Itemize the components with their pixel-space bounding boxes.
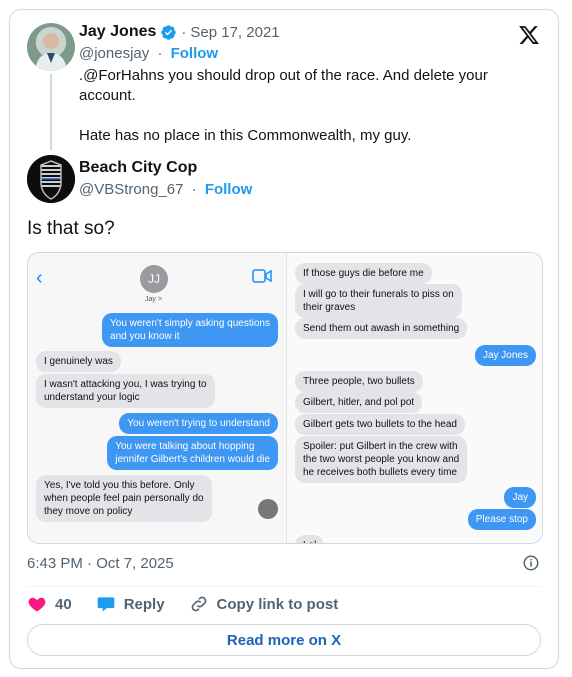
imessage-panel-right: If those guys die before me I will go to …: [286, 253, 542, 543]
avatar-jay-jones[interactable]: [27, 23, 75, 71]
video-call-icon: [252, 269, 272, 283]
read-more-button[interactable]: Read more on X: [27, 624, 541, 656]
imessage-panel-left: ‹ JJ Jay > You weren't simply asking que…: [28, 253, 286, 543]
like-button[interactable]: 40: [27, 594, 72, 614]
received-message-bubble: I will go to their funerals to piss on th…: [295, 284, 462, 318]
separator-dot: ·: [157, 45, 163, 62]
post-timestamp[interactable]: 6:43 PM · Oct 7, 2025: [27, 555, 174, 572]
received-message-bubble: Spoiler: put Gilbert in the crew with the…: [295, 436, 468, 483]
received-message-bubble: Gilbert, hitler, and pol pot: [295, 392, 423, 413]
reply-text: Is that so?: [27, 218, 115, 239]
info-icon[interactable]: [522, 554, 540, 572]
heart-icon: [28, 597, 46, 612]
contact-avatar: JJ: [140, 265, 168, 293]
contact-name: Jay >: [145, 296, 162, 303]
tweet-embed-card: Jay Jones · Sep 17, 2021 @jonesjay · Fol…: [9, 9, 559, 669]
reply-author-row: Beach City Cop: [79, 159, 197, 177]
sent-message-bubble: You were talking about hopping jennifer G…: [107, 436, 278, 470]
sent-message-bubble: You weren't simply asking questions and y…: [102, 313, 278, 347]
live-text-icon: [258, 499, 278, 519]
reply-handle-row: @VBStrong_67 · Follow: [79, 181, 252, 198]
reply-follow-button[interactable]: Follow: [205, 181, 253, 198]
back-chevron-icon: ‹: [36, 267, 43, 289]
sent-message-bubble: Please stop: [467, 509, 536, 530]
reply-author-handle[interactable]: @VBStrong_67: [79, 181, 183, 198]
copy-link-button[interactable]: Copy link to post: [189, 594, 339, 614]
link-icon: [191, 596, 206, 612]
received-message-bubble: Lol: [295, 535, 325, 543]
author-row: Jay Jones · Sep 17, 2021: [79, 23, 280, 41]
copy-link-label: Copy link to post: [216, 595, 339, 613]
received-message-bubble: Gilbert gets two bullets to the head: [295, 414, 465, 435]
reply-icon: [97, 597, 115, 612]
avatar-beach-city-cop[interactable]: [27, 155, 75, 203]
tweet-text: .@ForHahns you should drop out of the ra…: [79, 66, 539, 146]
separator-dot: ·: [181, 23, 187, 41]
sent-message-bubble: Jay Jones: [474, 345, 536, 366]
x-logo-icon[interactable]: [518, 24, 540, 46]
received-message-bubble: I wasn't attacking you, I was trying to u…: [36, 374, 215, 408]
sent-message-bubble: Jay: [504, 487, 536, 508]
follow-button[interactable]: Follow: [171, 45, 219, 62]
received-message-bubble: Send them out awash in something: [295, 318, 468, 339]
attached-image[interactable]: ‹ JJ Jay > You weren't simply asking que…: [27, 252, 543, 544]
received-message-bubble: If those guys die before me: [295, 263, 432, 284]
reply-label: Reply: [123, 595, 165, 613]
verified-icon: [161, 24, 177, 40]
divider: [27, 586, 541, 587]
author-handle[interactable]: @jonesjay: [79, 45, 149, 62]
separator-dot: ·: [191, 181, 197, 198]
like-count: 40: [55, 595, 72, 613]
action-bar: 40 Reply Copy link to post: [27, 594, 362, 614]
received-message-bubble: Three people, two bullets: [295, 371, 423, 392]
thread-connector: [50, 74, 52, 150]
author-name[interactable]: Jay Jones: [79, 23, 156, 41]
tweet-date[interactable]: Sep 17, 2021: [190, 24, 279, 41]
handle-row: @jonesjay · Follow: [79, 45, 218, 62]
tweet-text-paragraph: .@ForHahns you should drop out of the ra…: [79, 67, 488, 104]
reply-author-name[interactable]: Beach City Cop: [79, 159, 197, 177]
sent-message-bubble: You weren't trying to understand: [119, 413, 278, 434]
reply-button[interactable]: Reply: [96, 594, 165, 614]
received-message-bubble: Yes, I've told you this before. Only when…: [36, 475, 212, 522]
received-message-bubble: I genuinely was: [36, 351, 121, 372]
tweet-text-paragraph: Hate has no place in this Commonwealth, …: [79, 127, 412, 144]
